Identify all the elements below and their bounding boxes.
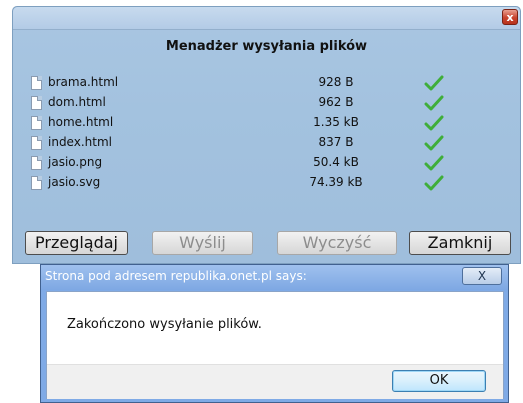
file-icon bbox=[31, 136, 42, 150]
alert-body: Zakończono wysyłanie plików. OK bbox=[46, 291, 504, 399]
alert-title: Strona pod adresem republika.onet.pl say… bbox=[45, 269, 307, 283]
alert-dialog: Strona pod adresem republika.onet.pl say… bbox=[40, 264, 509, 403]
file-size: 50.4 kB bbox=[313, 155, 359, 169]
file-size: 1.35 kB bbox=[313, 115, 359, 129]
file-row: index.html 837 B bbox=[31, 135, 471, 154]
file-name: brama.html bbox=[48, 75, 119, 89]
file-size: 962 B bbox=[318, 95, 354, 109]
ok-button[interactable]: OK bbox=[392, 370, 486, 392]
checkmark-icon bbox=[424, 75, 444, 91]
file-icon bbox=[31, 116, 42, 130]
file-icon bbox=[31, 156, 42, 170]
close-button[interactable]: Zamknij bbox=[409, 231, 511, 255]
window-titlebar: x bbox=[13, 7, 520, 30]
file-row: brama.html 928 B bbox=[31, 75, 471, 94]
file-icon bbox=[31, 96, 42, 110]
file-name: home.html bbox=[48, 115, 114, 129]
file-row: jasio.png 50.4 kB bbox=[31, 155, 471, 174]
browse-button[interactable]: Przeglądaj bbox=[25, 231, 128, 255]
alert-titlebar: Strona pod adresem republika.onet.pl say… bbox=[41, 265, 508, 290]
alert-close-button[interactable]: X bbox=[462, 267, 502, 285]
file-name: dom.html bbox=[48, 95, 106, 109]
file-name: jasio.svg bbox=[48, 175, 101, 189]
send-button[interactable]: Wyślij bbox=[152, 231, 253, 255]
file-row: dom.html 962 B bbox=[31, 95, 471, 114]
window-close-button[interactable]: x bbox=[502, 9, 518, 25]
manager-title: Menadżer wysyłania plików bbox=[165, 39, 368, 54]
file-row: jasio.svg 74.39 kB bbox=[31, 175, 471, 194]
checkmark-icon bbox=[424, 175, 444, 191]
alert-message: Zakończono wysyłanie plików. bbox=[67, 317, 262, 332]
file-row: home.html 1.35 kB bbox=[31, 115, 471, 134]
file-icon bbox=[31, 176, 42, 190]
file-icon bbox=[31, 76, 42, 90]
file-size: 74.39 kB bbox=[309, 175, 363, 189]
checkmark-icon bbox=[424, 95, 444, 111]
file-name: jasio.png bbox=[48, 155, 103, 169]
checkmark-icon bbox=[424, 115, 444, 131]
clear-button[interactable]: Wyczyść bbox=[277, 231, 397, 255]
file-size: 837 B bbox=[318, 135, 354, 149]
checkmark-icon bbox=[424, 155, 444, 171]
file-size: 928 B bbox=[318, 75, 354, 89]
checkmark-icon bbox=[424, 135, 444, 151]
file-name: index.html bbox=[48, 135, 112, 149]
alert-footer: OK bbox=[47, 364, 503, 399]
file-manager-window: x Menadżer wysyłania plików brama.html 9… bbox=[12, 6, 521, 264]
